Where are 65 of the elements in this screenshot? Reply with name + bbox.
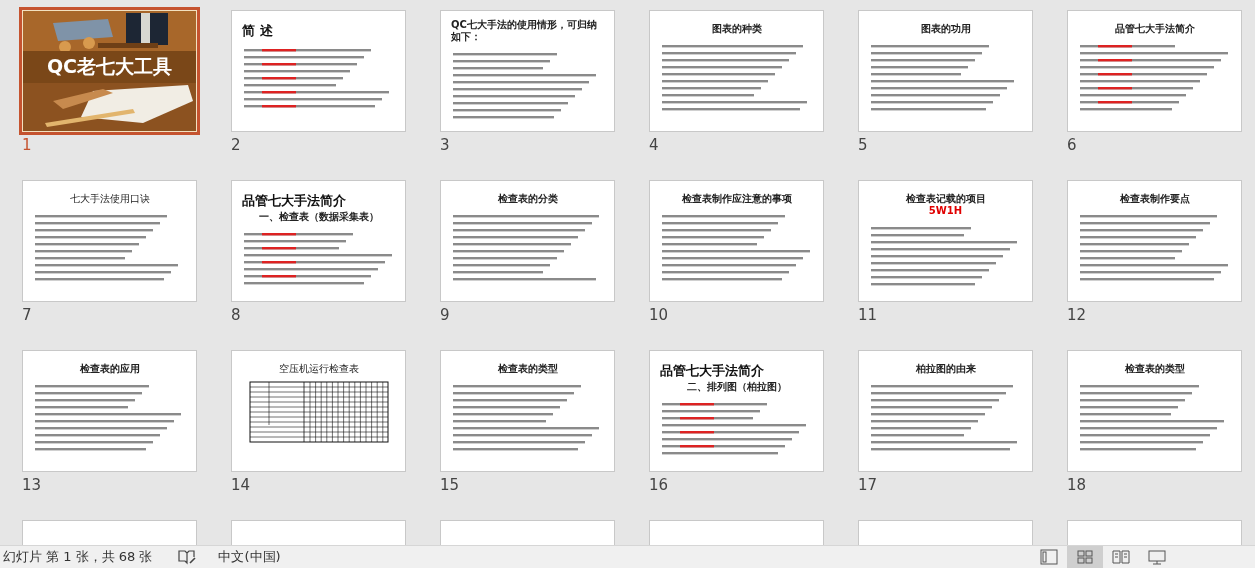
slide-number: 4 xyxy=(649,135,660,155)
slide-thumbnail[interactable]: 检查表的分类 xyxy=(440,180,615,302)
slide-thumbnail[interactable]: 检查表记载的项目 5W1H xyxy=(858,180,1033,302)
slide-number: 6 xyxy=(1067,135,1078,155)
slide-sorter-icon xyxy=(1076,549,1094,565)
slide-number: 12 xyxy=(1067,305,1088,325)
slide-number: 11 xyxy=(858,305,879,325)
slide-title: 检查表的分类 xyxy=(496,193,559,205)
slide-subtitle: 5W1H xyxy=(927,205,964,217)
slide-number: 14 xyxy=(231,475,252,495)
slide-title: 空压机运行检查表 xyxy=(277,363,360,375)
slide-number: 3 xyxy=(440,135,451,155)
slide-title: 检查表记载的项目 xyxy=(904,193,987,205)
slide-thumbnail[interactable]: 品管七大手法简介 二、排列图（柏拉图） xyxy=(649,350,824,472)
normal-view-icon xyxy=(1040,549,1058,565)
slide-title: QC老七大工具 xyxy=(45,55,174,77)
slide-thumbnail[interactable]: 空压机运行检查表 xyxy=(231,350,406,472)
slide-number: 13 xyxy=(22,475,43,495)
slide-title: 品管七大手法简介 xyxy=(242,193,347,209)
slide-number: 9 xyxy=(440,305,451,325)
slide-thumbnail[interactable]: 检查表的类型 xyxy=(1067,350,1242,472)
slide-thumbnail[interactable]: 简 述 xyxy=(231,10,406,132)
slide-number: 18 xyxy=(1067,475,1088,495)
slide-thumbnail[interactable]: 检查表制作应注意的事项 xyxy=(649,180,824,302)
slide-number: 15 xyxy=(440,475,461,495)
slide-title: 检查表制作应注意的事项 xyxy=(680,193,793,205)
slide-thumbnail[interactable]: 图表的种类 xyxy=(649,10,824,132)
slide-title: 简 述 xyxy=(242,23,274,39)
slide-title: 检查表的类型 xyxy=(496,363,559,375)
slide-sorter-button[interactable] xyxy=(1067,545,1103,568)
slide-number: 16 xyxy=(649,475,670,495)
language-indicator[interactable]: 中文(中国) xyxy=(218,547,281,567)
slide-subtitle: 一、检查表（数据采集表） xyxy=(257,211,380,223)
slide-thumbnail[interactable]: 检查表的应用 xyxy=(22,350,197,472)
slide-number: 8 xyxy=(231,305,242,325)
slide-number: 7 xyxy=(22,305,33,325)
slide-title: 图表的种类 xyxy=(710,23,763,35)
reading-view-icon xyxy=(1112,549,1130,565)
slide-thumbnail[interactable]: QC七大手法的使用情形，可归纳如下： xyxy=(440,10,615,132)
slide-number: 5 xyxy=(858,135,869,155)
slide-counter: 幻灯片 第 1 张，共 68 张 xyxy=(3,548,153,567)
slide-thumbnail[interactable]: QC老七大工具 xyxy=(22,10,197,132)
slide-title: 检查表的类型 xyxy=(1123,363,1186,375)
slide-number: 2 xyxy=(231,135,242,155)
slide-number: 1 xyxy=(22,135,33,155)
slide-title: 品管七大手法简介 xyxy=(1113,23,1196,35)
slide-title: 品管七大手法简介 xyxy=(660,363,765,379)
slide-title: 七大手法使用口诀 xyxy=(68,193,151,205)
slide-thumbnail[interactable]: 品管七大手法简介 一、检查表（数据采集表） xyxy=(231,180,406,302)
slide-number: 10 xyxy=(649,305,670,325)
slide-subtitle: 二、排列图（柏拉图） xyxy=(685,381,788,393)
slide-number: 17 xyxy=(858,475,879,495)
slide-title: 柏拉图的由来 xyxy=(914,363,977,375)
notes-icon[interactable] xyxy=(178,549,197,565)
slide-thumbnail[interactable]: 柏拉图的由来 xyxy=(858,350,1033,472)
slide-thumbnail[interactable]: 检查表的类型 xyxy=(440,350,615,472)
slide-title: QC七大手法的使用情形，可归纳如下： xyxy=(451,19,598,43)
slide-thumbnail[interactable]: 图表的功用 xyxy=(858,10,1033,132)
slide-title: 检查表的应用 xyxy=(78,363,141,375)
slide-thumbnail[interactable]: 品管七大手法简介 xyxy=(1067,10,1242,132)
slide-thumbnail[interactable]: 检查表制作要点 xyxy=(1067,180,1242,302)
slide-title: 检查表制作要点 xyxy=(1118,193,1191,205)
slide-title: 图表的功用 xyxy=(919,23,972,35)
slideshow-icon xyxy=(1148,549,1166,565)
slide-thumbnail[interactable]: 七大手法使用口诀 xyxy=(22,180,197,302)
